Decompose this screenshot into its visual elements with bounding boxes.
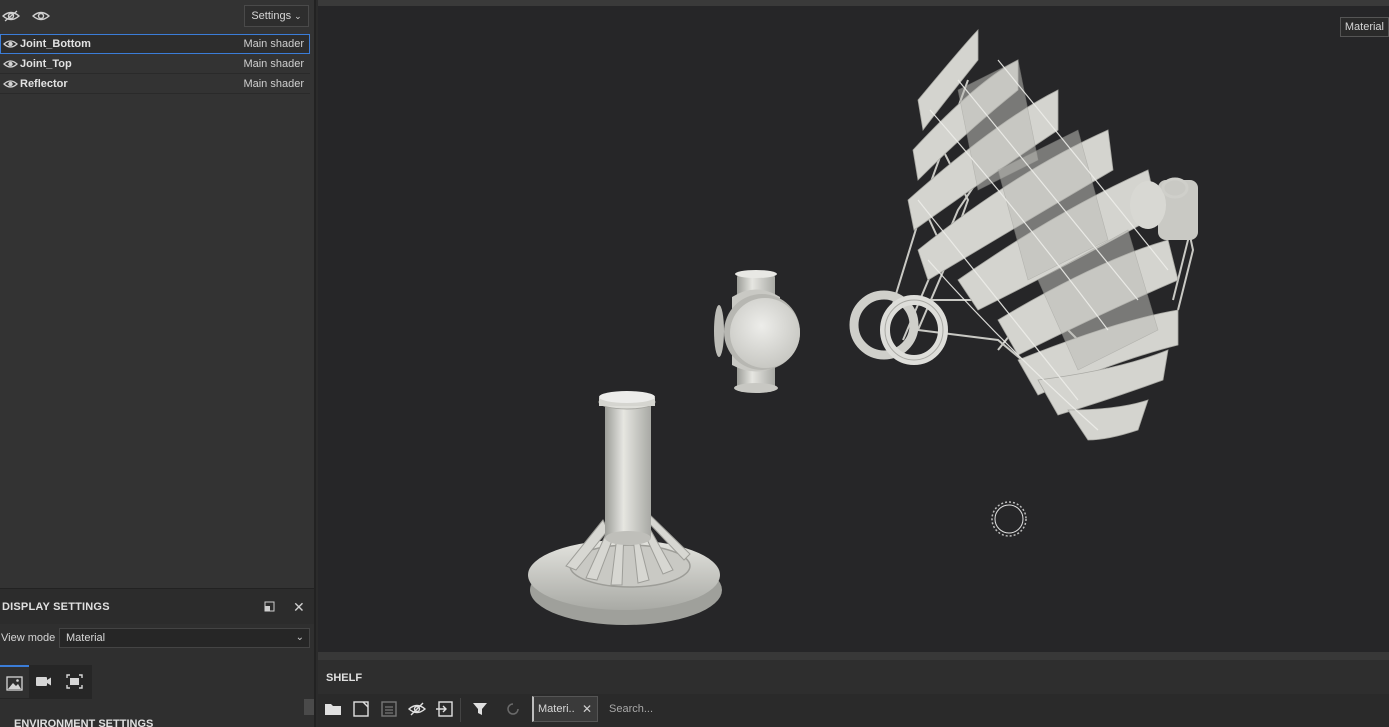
hide-icon[interactable]: [407, 700, 427, 718]
float-window-icon[interactable]: [264, 601, 275, 612]
chevron-down-icon: ⌄: [295, 632, 304, 643]
eye-icon[interactable]: [3, 57, 18, 71]
save-icon[interactable]: [379, 700, 399, 718]
environment-settings-title: ENVIRONMENT SETTINGS: [14, 718, 154, 727]
texture-set-row-joint-top[interactable]: Joint_Top Main shader: [0, 54, 310, 74]
display-settings-tabs: [0, 665, 92, 699]
camera-tab-icon[interactable]: [29, 665, 58, 698]
filter-chip-label: Materi..: [538, 703, 575, 715]
filter-icon[interactable]: [470, 700, 490, 718]
shelf-panel: SHELF Materi.. ✕ Search...: [318, 652, 1389, 727]
scene-render: [528, 29, 1198, 625]
texture-set-shader[interactable]: Main shader: [243, 74, 304, 94]
settings-label: Settings: [251, 10, 292, 22]
new-asset-icon[interactable]: [351, 700, 371, 718]
shelf-search-input[interactable]: [603, 696, 1383, 722]
view-mode-value: Material: [66, 632, 106, 644]
environment-tab-icon[interactable]: [0, 665, 29, 698]
display-settings-header: DISPLAY SETTINGS ✕: [0, 588, 314, 624]
import-icon[interactable]: [435, 700, 455, 718]
texture-set-shader[interactable]: Main shader: [243, 34, 304, 54]
settings-dropdown-button[interactable]: Settings ⌄: [244, 5, 309, 27]
eye-icon[interactable]: [3, 37, 18, 51]
app-window: Settings ⌄ Joint_Bottom Main shader Joint…: [0, 0, 1389, 727]
texture-set-toolbar: Settings ⌄: [0, 0, 314, 34]
texture-set-name: Joint_Top: [20, 58, 72, 70]
panel-title: DISPLAY SETTINGS: [2, 601, 110, 613]
close-icon[interactable]: ✕: [293, 599, 305, 616]
chevron-down-icon: ⌄: [294, 11, 302, 21]
visibility-icon[interactable]: [32, 8, 50, 24]
display-settings-panel: DISPLAY SETTINGS ✕ View mode Material ⌄ …: [0, 588, 316, 727]
texture-set-list-panel: Settings ⌄ Joint_Bottom Main shader Joint…: [0, 0, 316, 588]
joint-bottom-model: [528, 391, 722, 625]
texture-set-shader[interactable]: Main shader: [243, 54, 304, 74]
eye-icon[interactable]: [3, 77, 18, 91]
shelf-title: SHELF: [326, 672, 363, 684]
close-icon[interactable]: ✕: [582, 697, 592, 721]
scrollbar[interactable]: [304, 699, 314, 715]
shelf-filter-chip[interactable]: Materi.. ✕: [532, 696, 598, 722]
viewer-tab-icon[interactable]: [60, 665, 89, 698]
texture-set-row-joint-bottom[interactable]: Joint_Bottom Main shader: [0, 34, 310, 54]
texture-set-name: Joint_Bottom: [20, 38, 91, 50]
texture-set-row-reflector[interactable]: Reflector Main shader: [0, 74, 310, 94]
toolbar-divider: [460, 698, 461, 722]
light-gizmo-icon[interactable]: [991, 501, 1027, 537]
texture-set-name: Reflector: [20, 78, 68, 90]
reflector-model: [849, 29, 1198, 441]
joint-top-model: [714, 270, 800, 393]
visibility-toggle-all-icon[interactable]: [2, 8, 20, 24]
3d-viewport[interactable]: Material: [318, 0, 1389, 652]
view-mode-label: View mode: [1, 632, 56, 644]
refresh-icon[interactable]: [503, 700, 523, 718]
folder-icon[interactable]: [323, 700, 343, 718]
shelf-toolbar: Materi.. ✕: [318, 694, 1389, 727]
view-mode-select[interactable]: Material ⌄: [59, 628, 310, 648]
